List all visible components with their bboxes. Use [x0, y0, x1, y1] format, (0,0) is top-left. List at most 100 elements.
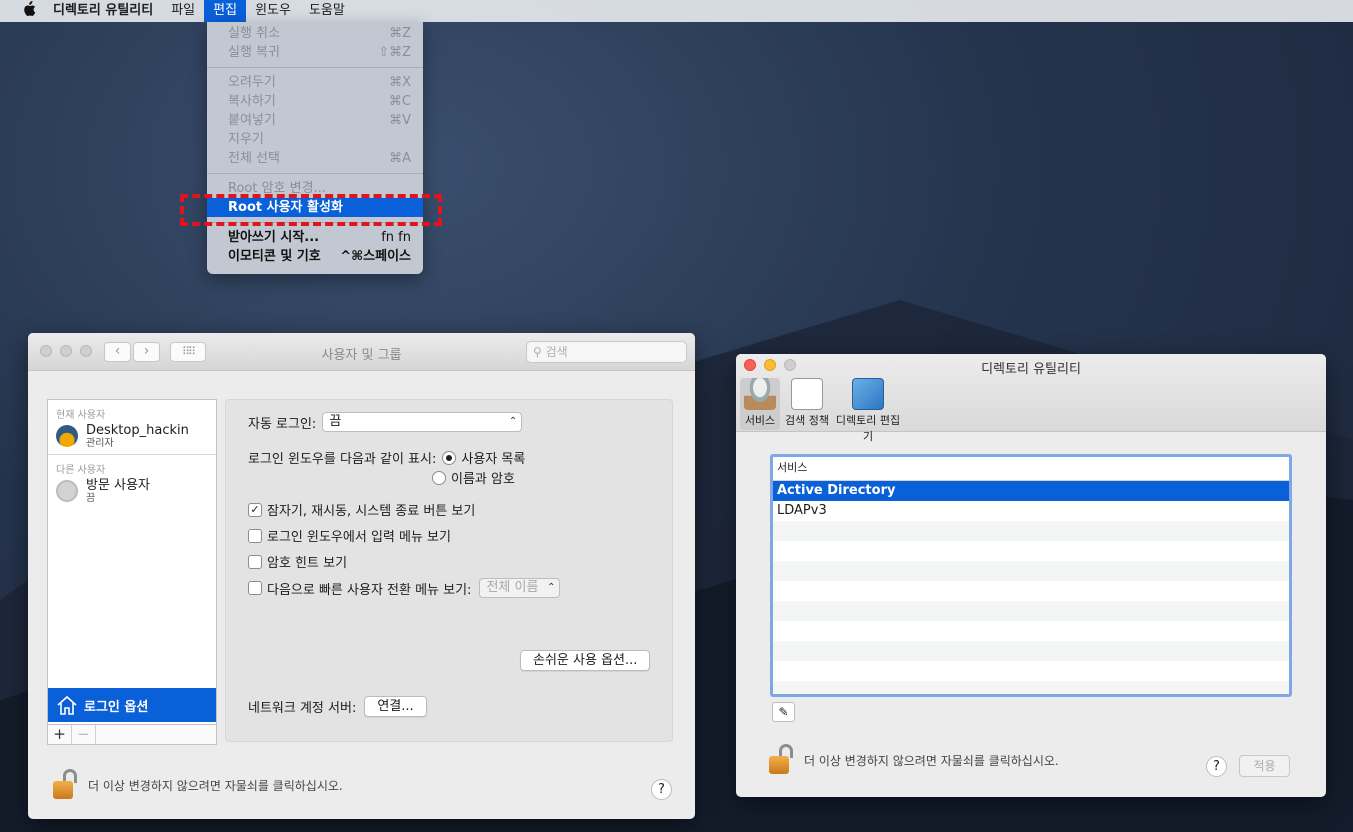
edit-menu-dropdown: 실행 취소 ⌘Z 실행 복귀 ⇧⌘Z 오려두기 ⌘X 복사하기 ⌘C 붙여넣기 ⌘V 지우… [207, 22, 423, 274]
list-item-guest-user[interactable]: 방문 사용자 끔 [48, 476, 216, 506]
menu-app-name[interactable]: 디렉토리 유틸리티 [44, 0, 162, 22]
toolbar-directory-editor[interactable]: 디렉토리 편집기 [832, 378, 904, 444]
add-user-button[interactable]: + [48, 725, 72, 744]
auto-login-label: 자동 로그인: [248, 416, 317, 432]
other-users-label: 다른 사용자 [56, 465, 106, 476]
display-login-label: 로그인 윈도우를 다음과 같이 표시: [248, 452, 437, 467]
menu-separator [207, 173, 423, 174]
table-row-empty [773, 641, 1289, 661]
menu-item-delete[interactable]: 지우기 [207, 130, 423, 149]
radio-name-password[interactable] [432, 470, 446, 485]
search-icon: ⚲ [533, 345, 542, 359]
table-row-empty [773, 621, 1289, 641]
menu-help[interactable]: 도움말 [300, 0, 354, 22]
updown-arrows-icon: ⌃ [508, 416, 518, 427]
connect-button[interactable]: 연결... [364, 696, 427, 717]
checkbox-sleep-restart[interactable]: ✓ [248, 502, 262, 517]
menu-bar: 디렉토리 유틸리티 파일 편집 윈도우 도움말 [0, 0, 1353, 22]
highlight-annotation-box [180, 194, 442, 226]
directory-editor-icon [852, 378, 884, 410]
checkbox-password-hint-label: 암호 힌트 보기 [267, 556, 348, 571]
lock-area: 더 이상 변경하지 않으려면 자물쇠를 클릭하십시오. [52, 769, 343, 801]
menu-item-select-all[interactable]: 전체 선택 ⌘A [207, 149, 423, 168]
search-field[interactable]: ⚲ 검색 [526, 341, 687, 363]
avatar [56, 425, 78, 447]
window-titlebar: ‹ › ⠿⠿ 사용자 및 그룹 ⚲ 검색 [28, 333, 695, 371]
lock-icon[interactable] [768, 744, 794, 776]
checkbox-fast-user-switch[interactable] [248, 581, 262, 595]
checkbox-sleep-restart-label: 잠자기, 재시동, 시스템 종료 버튼 보기 [267, 504, 476, 519]
directory-utility-window: 디렉토리 유틸리티 서비스 검색 정책 디렉토리 편집기 서비스 Active … [736, 354, 1326, 797]
help-button[interactable]: ? [651, 779, 672, 800]
lock-icon[interactable] [52, 769, 78, 801]
menu-item-redo[interactable]: 실행 복귀 ⇧⌘Z [207, 43, 423, 62]
guest-avatar-icon [56, 480, 78, 502]
checkbox-fast-user-switch-label: 다음으로 빠른 사용자 전환 메뉴 보기: [267, 582, 472, 598]
user-status: 끔 [86, 492, 96, 504]
remove-user-button[interactable]: − [72, 725, 96, 744]
user-list: 현재 사용자 Desktop_hackin 관리자 다른 사용자 방문 사용자 … [47, 399, 217, 745]
menu-item-copy[interactable]: 복사하기 ⌘C [207, 92, 423, 111]
toolbar-search-policy-label: 검색 정책 [785, 414, 829, 427]
search-placeholder: 검색 [545, 345, 568, 359]
checkbox-password-hint[interactable] [248, 554, 262, 569]
fast-switch-select[interactable]: 전체 이름 ⌃ [479, 578, 561, 598]
login-options-pane: 자동 로그인: 끔 ⌃ 로그인 윈도우를 다음과 같이 표시: 사용자 목록 이… [225, 399, 673, 742]
menu-item-start-dictation[interactable]: 받아쓰기 시작... fn fn [207, 228, 423, 247]
lock-area: 더 이상 변경하지 않으려면 자물쇠를 클릭하십시오. [768, 744, 1059, 776]
house-icon [57, 695, 77, 715]
table-header[interactable]: 서비스 [773, 457, 1289, 481]
lock-message: 더 이상 변경하지 않으려면 자물쇠를 클릭하십시오. [88, 778, 343, 793]
apple-icon[interactable] [14, 1, 44, 21]
services-table: 서비스 Active Directory LDAPv3 [770, 454, 1292, 697]
table-row-empty [773, 601, 1289, 621]
accessibility-options-button[interactable]: 손쉬운 사용 옵션... [520, 650, 651, 671]
menu-item-cut[interactable]: 오려두기 ⌘X [207, 73, 423, 92]
table-row-empty [773, 541, 1289, 561]
updown-arrows-icon: ⌃ [547, 582, 556, 593]
services-icon [744, 378, 776, 410]
table-row-empty [773, 581, 1289, 601]
apply-button[interactable]: 적용 [1239, 755, 1290, 777]
user-role: 관리자 [86, 437, 114, 449]
toolbar-services[interactable]: 서비스 [740, 378, 780, 430]
search-policy-icon [791, 378, 823, 410]
menu-window[interactable]: 윈도우 [246, 0, 300, 22]
menu-item-emoji-symbols[interactable]: 이모티콘 및 기호 ^⌘스페이스 [207, 247, 423, 266]
menu-item-paste[interactable]: 붙여넣기 ⌘V [207, 111, 423, 130]
login-options-label: 로그인 옵션 [84, 699, 149, 715]
menu-edit[interactable]: 편집 [204, 0, 247, 22]
radio-user-list-label: 사용자 목록 [461, 452, 526, 467]
users-groups-window: ‹ › ⠿⠿ 사용자 및 그룹 ⚲ 검색 현재 사용자 Desktop_hack… [28, 333, 695, 819]
table-row[interactable]: Active Directory [773, 481, 1289, 501]
table-row-empty [773, 661, 1289, 681]
table-row-empty [773, 681, 1289, 694]
current-users-label: 현재 사용자 [56, 410, 106, 421]
network-server-label: 네트워크 계정 서버: [248, 701, 357, 716]
help-button[interactable]: ? [1206, 756, 1227, 777]
add-remove-bar: + − [48, 724, 216, 744]
table-row[interactable]: LDAPv3 [773, 501, 1289, 521]
menu-item-undo[interactable]: 실행 취소 ⌘Z [207, 24, 423, 43]
auto-login-value: 끔 [329, 414, 342, 429]
table-row-empty [773, 561, 1289, 581]
window-title: 디렉토리 유틸리티 [981, 362, 1081, 377]
toolbar-directory-editor-label: 디렉토리 편집기 [835, 414, 901, 443]
menu-file[interactable]: 파일 [162, 0, 204, 22]
lock-message: 더 이상 변경하지 않으려면 자물쇠를 클릭하십시오. [804, 753, 1059, 768]
login-options-item[interactable]: 로그인 옵션 [48, 688, 216, 722]
pencil-icon: ✎ [778, 705, 789, 719]
menu-separator [207, 67, 423, 68]
user-name: Desktop_hackin [86, 422, 189, 438]
radio-name-password-label: 이름과 암호 [451, 472, 515, 487]
toolbar-search-policy[interactable]: 검색 정책 [783, 378, 831, 428]
checkbox-input-menu[interactable] [248, 528, 262, 543]
edit-service-button[interactable]: ✎ [772, 702, 795, 722]
table-row-empty [773, 521, 1289, 541]
user-name: 방문 사용자 [86, 477, 150, 493]
window-titlebar: 디렉토리 유틸리티 서비스 검색 정책 디렉토리 편집기 [736, 354, 1326, 443]
auto-login-select[interactable]: 끔 ⌃ [322, 412, 523, 432]
list-item-current-user[interactable]: Desktop_hackin 관리자 [48, 421, 216, 451]
fast-switch-value: 전체 이름 [486, 580, 539, 595]
radio-user-list[interactable] [442, 450, 457, 465]
